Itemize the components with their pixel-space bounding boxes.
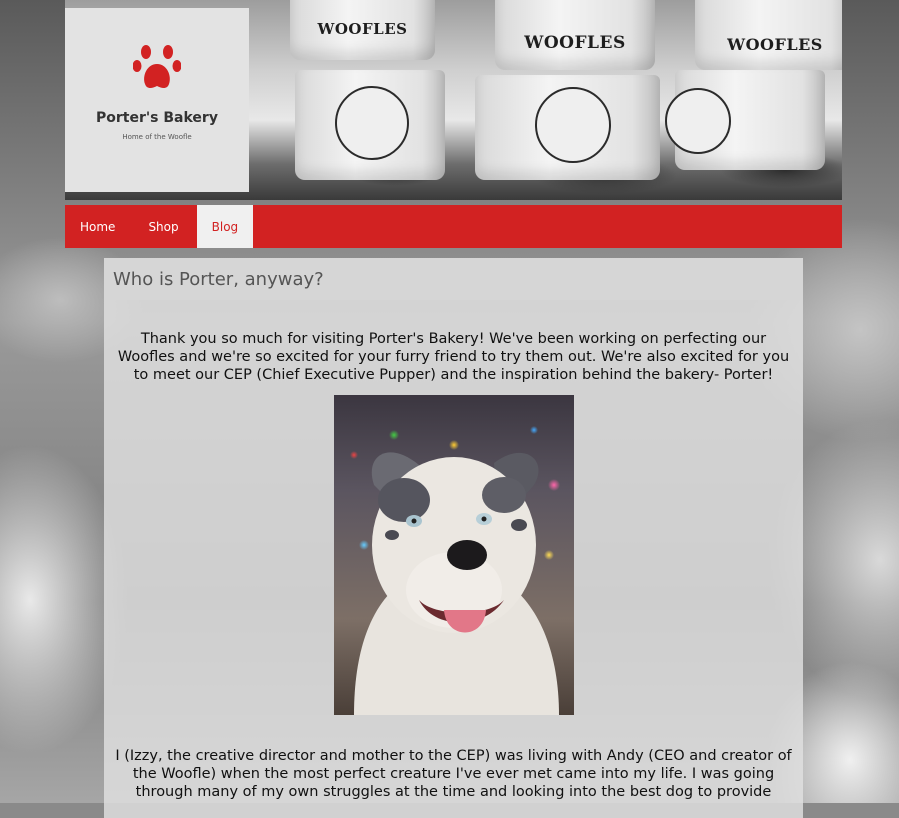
post-body: Thank you so much for visiting Porter's …: [104, 330, 803, 801]
post-paragraph: Thank you so much for visiting Porter's …: [117, 331, 790, 383]
post-paragraph: I (Izzy, the creative director and mothe…: [115, 748, 792, 800]
main-nav: Home Shop Blog: [65, 205, 842, 248]
logo-card[interactable]: Porter's Bakery Home of the Woofle: [65, 8, 249, 192]
tub-label: WOOFLES: [524, 33, 626, 53]
bakery-seal: [665, 88, 731, 154]
tub-label: WOOFLES: [727, 35, 823, 54]
woofles-tub: WOOFLES: [290, 0, 435, 60]
nav-item-home[interactable]: Home: [65, 205, 131, 248]
post-title: Who is Porter, anyway?: [113, 268, 324, 290]
nav-item-shop[interactable]: Shop: [133, 205, 194, 248]
porter-photo: [333, 395, 574, 715]
woofles-tub: WOOFLES: [695, 0, 842, 70]
tub-label: WOOFLES: [317, 20, 408, 38]
nav-item-blog[interactable]: Blog: [196, 205, 254, 248]
woofles-tub: [475, 75, 660, 180]
brand-name: Porter's Bakery: [96, 110, 218, 126]
page-wrapper: WOOFLES WOOFLES WOOFLES Porter's Bakery …: [65, 0, 842, 248]
blog-post: Who is Porter, anyway? Thank you so much…: [104, 258, 803, 818]
woofles-tub: [665, 70, 825, 170]
brand-tagline: Home of the Woofle: [122, 133, 192, 141]
bakery-seal: [535, 87, 611, 163]
post-header: Who is Porter, anyway?: [104, 258, 803, 300]
bakery-seal: [335, 86, 409, 160]
paw-print-icon: [133, 45, 181, 88]
woofles-tub: WOOFLES: [495, 0, 655, 70]
woofles-tub: [295, 70, 445, 180]
dog-illustration: [353, 452, 559, 715]
header-banner: WOOFLES WOOFLES WOOFLES Porter's Bakery …: [65, 0, 842, 200]
